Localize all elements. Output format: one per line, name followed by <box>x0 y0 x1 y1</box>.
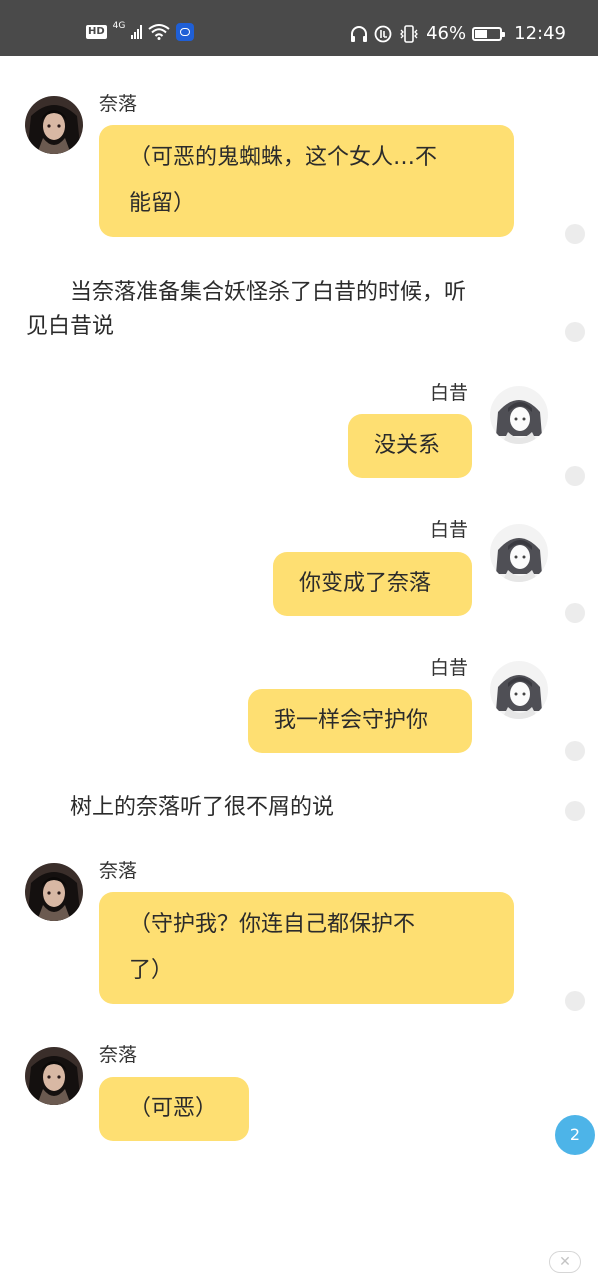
message-line: （守护我？你连自己都保护不 <box>129 912 416 937</box>
message-line: 能留） <box>129 191 196 216</box>
message-status-dot <box>565 322 585 342</box>
battery-percent: 46% <box>426 23 467 44</box>
app-notification-icon <box>176 23 195 41</box>
message-status-dot <box>565 466 585 486</box>
clock: 12:49 <box>514 23 566 44</box>
avatar-naraku[interactable] <box>25 96 83 154</box>
hd-icon: HD <box>86 25 107 39</box>
message-line: 了） <box>129 958 174 983</box>
message-line: （可恶的鬼蜘蛛，这个女人…不 <box>129 145 438 170</box>
sender-name: 奈落 <box>99 93 138 115</box>
message-bubble[interactable]: （可恶） <box>99 1077 249 1141</box>
message-text: 我一样会守护你 <box>274 708 429 733</box>
narration-line: 见白昔说 <box>26 314 115 339</box>
message-status-dot <box>565 801 585 821</box>
message-bubble[interactable]: （可恶的鬼蜘蛛，这个女人…不 能留） <box>99 125 514 237</box>
message-status-dot <box>565 603 585 623</box>
message-status-dot <box>565 991 585 1011</box>
sender-name: 奈落 <box>99 1044 138 1066</box>
narration-text: 当奈落准备集合妖怪杀了白昔的时候，听 见白昔说 <box>26 276 546 344</box>
unread-count-badge[interactable]: 2 <box>555 1115 595 1155</box>
message-text: 没关系 <box>374 433 441 458</box>
wifi-icon <box>148 24 170 40</box>
sender-name: 白昔 <box>430 657 469 679</box>
narration-line: 当奈落准备集合妖怪杀了白昔的时候，听 <box>26 280 467 305</box>
avatar-baixi[interactable] <box>490 524 548 582</box>
message-status-dot <box>565 224 585 244</box>
message-bubble[interactable]: 我一样会守护你 <box>248 689 472 753</box>
sender-name: 奈落 <box>99 860 138 882</box>
message-bubble[interactable]: 你变成了奈落 <box>273 552 472 616</box>
sender-name: 白昔 <box>430 519 469 541</box>
narration-line: 树上的奈落听了很不屑的说 <box>26 795 335 820</box>
close-button[interactable]: ✕ <box>549 1251 581 1273</box>
avatar-naraku[interactable] <box>25 1047 83 1105</box>
signal-icon <box>131 25 143 39</box>
network-type: 4G <box>112 20 126 31</box>
message-line: （可恶） <box>129 1096 218 1121</box>
avatar-baixi[interactable] <box>490 386 548 444</box>
avatar-baixi[interactable] <box>490 661 548 719</box>
data-saver-icon <box>374 25 392 43</box>
narration-text: 树上的奈落听了很不屑的说 <box>26 791 546 825</box>
status-bar: HD 4G 46% 12:49 <box>0 0 598 56</box>
avatar-naraku[interactable] <box>25 863 83 921</box>
vibrate-icon <box>400 25 419 43</box>
message-status-dot <box>565 741 585 761</box>
sender-name: 白昔 <box>430 382 469 404</box>
battery-icon <box>472 27 506 41</box>
message-text: 你变成了奈落 <box>299 571 432 596</box>
headphones-icon <box>351 26 368 42</box>
message-bubble[interactable]: （守护我？你连自己都保护不 了） <box>99 892 514 1004</box>
message-bubble[interactable]: 没关系 <box>348 414 472 478</box>
